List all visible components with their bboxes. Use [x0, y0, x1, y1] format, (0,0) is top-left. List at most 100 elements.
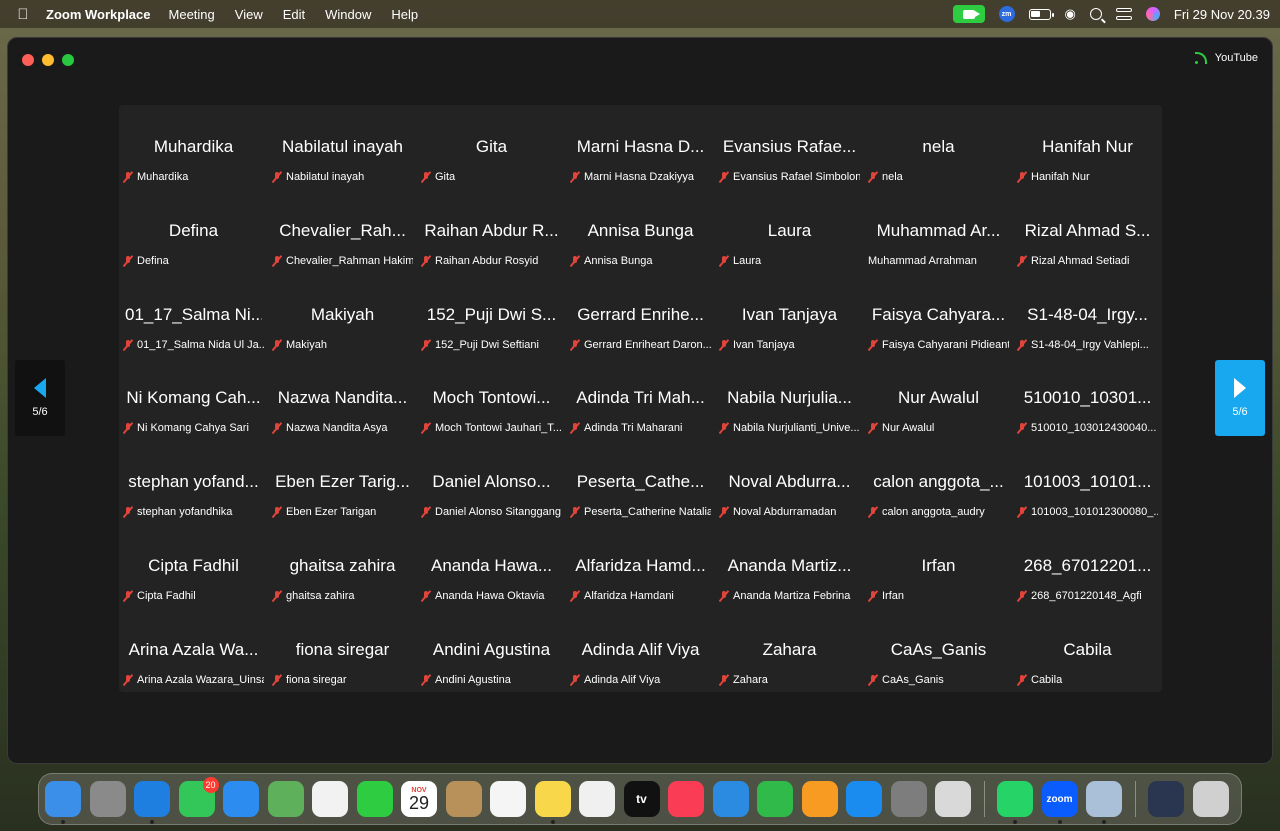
- participant-tile[interactable]: Ivan Tanjaya Ivan Tanjaya: [715, 273, 864, 357]
- control-center-icon[interactable]: [1115, 8, 1132, 20]
- participant-tile[interactable]: Laura Laura: [715, 189, 864, 273]
- participant-tile[interactable]: Daniel Alonso... Daniel Alonso Sitanggang: [417, 440, 566, 524]
- reminders-icon[interactable]: [490, 781, 526, 817]
- participant-tile[interactable]: Muhardika Muhardika: [119, 105, 268, 189]
- maps-icon[interactable]: [267, 781, 304, 817]
- app-menu[interactable]: Zoom Workplace: [46, 7, 151, 22]
- participant-tile[interactable]: Andini Agustina Andini Agustina: [417, 608, 566, 692]
- contacts-icon[interactable]: [445, 781, 482, 817]
- minimize-window-button[interactable]: [42, 54, 54, 66]
- participant-display-name: Adinda Tri Mah...: [576, 388, 705, 408]
- participant-tile[interactable]: 268_67012201... 268_6701220148_Agfi: [1013, 524, 1162, 608]
- participant-tile[interactable]: Adinda Alif Viya Adinda Alif Viya: [566, 608, 715, 692]
- live-stream-indicator[interactable]: YouTube: [1194, 52, 1258, 64]
- menu-window[interactable]: Window: [325, 7, 371, 22]
- participant-tile[interactable]: Nabilatul inayah Nabilatul inayah: [268, 105, 417, 189]
- participant-name-text: Eben Ezer Tarigan: [286, 506, 377, 519]
- launchpad-icon[interactable]: [89, 781, 126, 817]
- participant-tile[interactable]: Defina Defina: [119, 189, 268, 273]
- participant-tile[interactable]: Hanifah Nur Hanifah Nur: [1013, 105, 1162, 189]
- siri-icon[interactable]: [1145, 7, 1160, 21]
- previous-page-button[interactable]: 5/6: [15, 360, 65, 436]
- participant-tile[interactable]: fiona siregar fiona siregar: [268, 608, 417, 692]
- menu-help[interactable]: Help: [391, 7, 418, 22]
- pages-icon[interactable]: [801, 781, 838, 817]
- participant-tile[interactable]: Nabila Nurjulia... Nabila Nurjulianti_Uni…: [715, 356, 864, 440]
- participant-tile[interactable]: Annisa Bunga Annisa Bunga: [566, 189, 715, 273]
- freeform-icon[interactable]: [579, 781, 615, 817]
- whatsapp-icon[interactable]: [997, 781, 1033, 824]
- trash-icon[interactable]: [1192, 781, 1229, 817]
- participant-tile[interactable]: Gita Gita: [417, 105, 566, 189]
- participant-tile[interactable]: Cabila Cabila: [1013, 608, 1162, 692]
- participant-tile[interactable]: S1-48-04_Irgy... S1-48-04_Irgy Vahlepi...: [1013, 273, 1162, 357]
- next-page-button[interactable]: 5/6: [1215, 360, 1265, 436]
- apple-tv-icon[interactable]: tv: [623, 781, 660, 817]
- participant-tile[interactable]: CaAs_Ganis CaAs_Ganis: [864, 608, 1013, 692]
- participant-tile[interactable]: Nur Awalul Nur Awalul: [864, 356, 1013, 440]
- zoom-status-icon[interactable]: zm: [998, 6, 1015, 22]
- close-window-button[interactable]: [22, 54, 34, 66]
- menu-bar-clock[interactable]: Fri 29 Nov 20.39: [1174, 7, 1270, 22]
- participant-tile[interactable]: Alfaridza Hamd... Alfaridza Hamdani: [566, 524, 715, 608]
- wifi-icon[interactable]: ◉: [1065, 6, 1076, 22]
- participant-tile[interactable]: 510010_10301... 510010_103012430040...: [1013, 356, 1162, 440]
- participant-tile[interactable]: Faisya Cahyara... Faisya Cahyarani Pidiea…: [864, 273, 1013, 357]
- mail-icon[interactable]: [223, 781, 259, 817]
- finder-icon[interactable]: [45, 781, 81, 824]
- menu-edit[interactable]: Edit: [283, 7, 305, 22]
- participant-tile[interactable]: Adinda Tri Mah... Adinda Tri Maharani: [566, 356, 715, 440]
- zoom-icon[interactable]: zoom: [1041, 781, 1078, 824]
- participant-tile[interactable]: 152_Puji Dwi S... 152_Puji Dwi Seftiani: [417, 273, 566, 357]
- preview-icon[interactable]: [1086, 781, 1122, 824]
- participant-tile[interactable]: Makiyah Makiyah: [268, 273, 417, 357]
- participant-tile[interactable]: Ni Komang Cah... Ni Komang Cahya Sari: [119, 356, 268, 440]
- music-icon[interactable]: [668, 781, 704, 817]
- participant-tile[interactable]: Ananda Martiz... Ananda Martiza Febrina: [715, 524, 864, 608]
- participant-tile[interactable]: Gerrard Enrihe... Gerrard Enriheart Daron…: [566, 273, 715, 357]
- calendar-icon[interactable]: NOV 29: [401, 781, 437, 817]
- photos-icon[interactable]: [312, 781, 348, 817]
- participant-tile[interactable]: Ananda Hawa... Ananda Hawa Oktavia: [417, 524, 566, 608]
- participant-tile[interactable]: Moch Tontowi... Moch Tontowi Jauhari_T...: [417, 356, 566, 440]
- participant-tile[interactable]: nela nela: [864, 105, 1013, 189]
- downloads-folder-icon[interactable]: [1148, 781, 1184, 817]
- notes-icon[interactable]: [534, 781, 571, 824]
- participant-name-text: Defina: [137, 254, 169, 267]
- menu-meeting[interactable]: Meeting: [169, 7, 215, 22]
- participant-tile[interactable]: Rizal Ahmad S... Rizal Ahmad Setiadi: [1013, 189, 1162, 273]
- numbers-icon[interactable]: [757, 781, 793, 817]
- messages-icon[interactable]: 20: [178, 777, 219, 817]
- participant-tile[interactable]: Zahara Zahara: [715, 608, 864, 692]
- participant-tile[interactable]: Cipta Fadhil Cipta Fadhil: [119, 524, 268, 608]
- participant-tile[interactable]: 101003_10101... 101003_101012300080_...: [1013, 440, 1162, 524]
- participant-tile[interactable]: Raihan Abdur R... Raihan Abdur Rosyid: [417, 189, 566, 273]
- safari-icon[interactable]: [134, 781, 170, 824]
- participant-tile[interactable]: Evansius Rafae... Evansius Rafael Simbolo…: [715, 105, 864, 189]
- system-settings-icon[interactable]: [890, 781, 927, 817]
- participant-tile[interactable]: 01_17_Salma Ni... 01_17_Salma Nida Ul Ja.…: [119, 273, 268, 357]
- facetime-icon[interactable]: [356, 781, 393, 817]
- apple-menu-icon[interactable]: : [0, 6, 46, 23]
- participant-tile[interactable]: Nazwa Nandita... Nazwa Nandita Asya: [268, 356, 417, 440]
- participant-tile[interactable]: ghaitsa zahira ghaitsa zahira: [268, 524, 417, 608]
- menu-view[interactable]: View: [235, 7, 263, 22]
- participant-display-name: Ni Komang Cah...: [126, 388, 261, 408]
- camera-in-use-icon[interactable]: [952, 5, 985, 23]
- participant-tile[interactable]: Chevalier_Rah... Chevalier_Rahman Hakim: [268, 189, 417, 273]
- iphone-mirroring-icon[interactable]: [935, 781, 971, 817]
- participant-tile[interactable]: Marni Hasna D... Marni Hasna Dzakiyya: [566, 105, 715, 189]
- participant-tile[interactable]: Noval Abdurra... Noval Abdurramadan: [715, 440, 864, 524]
- keynote-icon[interactable]: [712, 781, 749, 817]
- participant-tile[interactable]: Peserta_Cathe... Peserta_Catherine Natali…: [566, 440, 715, 524]
- participant-tile[interactable]: Arina Azala Wa... Arina Azala Wazara_Uins…: [119, 608, 268, 692]
- participant-tile[interactable]: stephan yofand... stephan yofandhika: [119, 440, 268, 524]
- fullscreen-window-button[interactable]: [62, 54, 74, 66]
- participant-tile[interactable]: Irfan Irfan: [864, 524, 1013, 608]
- spotlight-search-icon[interactable]: [1089, 8, 1102, 20]
- participant-tile[interactable]: Muhammad Ar... Muhammad Arrahman: [864, 189, 1013, 273]
- participant-tile[interactable]: Eben Ezer Tarig... Eben Ezer Tarigan: [268, 440, 417, 524]
- battery-icon[interactable]: [1028, 8, 1054, 20]
- participant-tile[interactable]: calon anggota_... calon anggota_audry: [864, 440, 1013, 524]
- app-store-icon[interactable]: [846, 781, 882, 817]
